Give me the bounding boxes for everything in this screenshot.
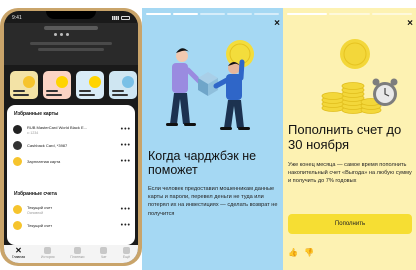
page-dots [54, 33, 69, 36]
tab-label: Главная [11, 255, 26, 259]
story-art [23, 76, 35, 88]
accounts-sheet: Избранные карты RUB MasterCard World Bla… [7, 105, 135, 245]
app-header [4, 23, 138, 65]
item-sub: Основной [27, 210, 44, 215]
thumbs-down-icon[interactable]: 👎 [304, 248, 314, 257]
story-progress [146, 13, 279, 15]
item-name: Cashback Card, *3987 [27, 142, 68, 148]
tab-label: История [40, 255, 55, 259]
card-icon [13, 125, 22, 134]
tab-label: Ещё [122, 255, 131, 259]
status-bar: 9:41 [12, 14, 130, 22]
top-up-button[interactable]: Пополнить [288, 214, 412, 234]
feedback-buttons: 👍 👎 [288, 248, 314, 257]
item-name: Текущий счет [27, 222, 53, 228]
story-deposit: × Пополнить счет до 30 ноября Уже конец … [283, 8, 416, 270]
item-sub: •• 1234 [27, 130, 39, 135]
list-item[interactable]: Текущий счет ••• [13, 219, 131, 232]
list-item[interactable]: Cashback Card, *3987 ••• [13, 139, 131, 152]
favorite-cards-title: Избранные карты [14, 111, 59, 117]
story-heading: Когда чарджбэк не поможет [148, 149, 257, 177]
clock-icon [44, 247, 52, 254]
tab-bar: ✕ Главная История Платежи Чат Ещё [4, 245, 138, 263]
battery-icon [121, 16, 130, 20]
story-art [122, 76, 134, 88]
tab-home[interactable]: ✕ Главная [11, 246, 26, 260]
more-icon[interactable]: ••• [121, 222, 131, 229]
tab-chat[interactable]: Чат [100, 247, 108, 259]
more-icon[interactable]: ••• [121, 126, 131, 133]
story-thumbnail[interactable] [10, 71, 38, 99]
story-heading: Пополнить счет до 30 ноября [288, 122, 402, 152]
chat-icon [100, 247, 108, 254]
status-time: 9:41 [12, 15, 22, 21]
menu-icon [122, 247, 130, 254]
header-subtitle-placeholder-2 [38, 48, 104, 51]
alarm-clock-icon [372, 78, 398, 106]
list-item[interactable]: Зарплатная карта ••• [13, 155, 131, 168]
story-progress [287, 13, 412, 15]
coins-clock-illustration [321, 39, 398, 114]
phone-frame: 9:41 Избранные карты RUB MasterCard Worl… [0, 8, 142, 266]
tab-label: Чат [100, 255, 107, 259]
story-thumbnail[interactable] [76, 71, 104, 99]
stories-row [10, 71, 137, 99]
card-icon [13, 205, 22, 214]
item-name: RUB MasterCard World Black E... [27, 124, 87, 130]
story-art [56, 76, 68, 88]
people-exchange-illustration [166, 40, 254, 130]
story-body: Уже конец месяца — самое время пополнить… [288, 162, 412, 185]
story-body: Если человек предоставил мошенникам данн… [148, 186, 278, 217]
card-icon [13, 221, 22, 230]
phone-screen: 9:41 Избранные карты RUB MasterCard Worl… [4, 11, 138, 263]
story-thumbnail[interactable] [43, 71, 71, 99]
story-thumbnail[interactable] [109, 71, 137, 99]
list-item[interactable]: RUB MasterCard World Black E... •• 1234 ••… [13, 123, 131, 136]
story-art [89, 76, 101, 88]
more-icon[interactable]: ••• [121, 142, 131, 149]
tab-clock[interactable]: История [41, 247, 55, 259]
tab-label: Платежи [70, 255, 85, 259]
tab-payments[interactable]: Платежи [70, 247, 84, 259]
favorite-accounts-title: Избранные счета [14, 191, 57, 197]
list-item[interactable]: Текущий счет Основной ••• [13, 203, 131, 216]
more-icon[interactable]: ••• [121, 158, 131, 165]
screenshot-collage: 9:41 Избранные карты RUB MasterCard Worl… [0, 0, 416, 270]
header-subtitle-placeholder [30, 42, 112, 45]
story-chargeback: × Когда чарджбэк не поможет Если человек… [142, 8, 283, 270]
more-icon[interactable]: ••• [121, 206, 131, 213]
card-icon [13, 157, 22, 166]
header-title-placeholder [44, 26, 98, 30]
item-name: Зарплатная карта [27, 158, 61, 164]
signal-icon [112, 16, 119, 20]
tab-menu[interactable]: Ещё [123, 247, 130, 259]
item-name: Текущий счет [27, 204, 53, 210]
card-icon [13, 141, 22, 150]
thumbs-up-icon[interactable]: 👍 [288, 248, 298, 257]
payments-icon [73, 247, 81, 254]
home-icon: ✕ [15, 246, 22, 255]
